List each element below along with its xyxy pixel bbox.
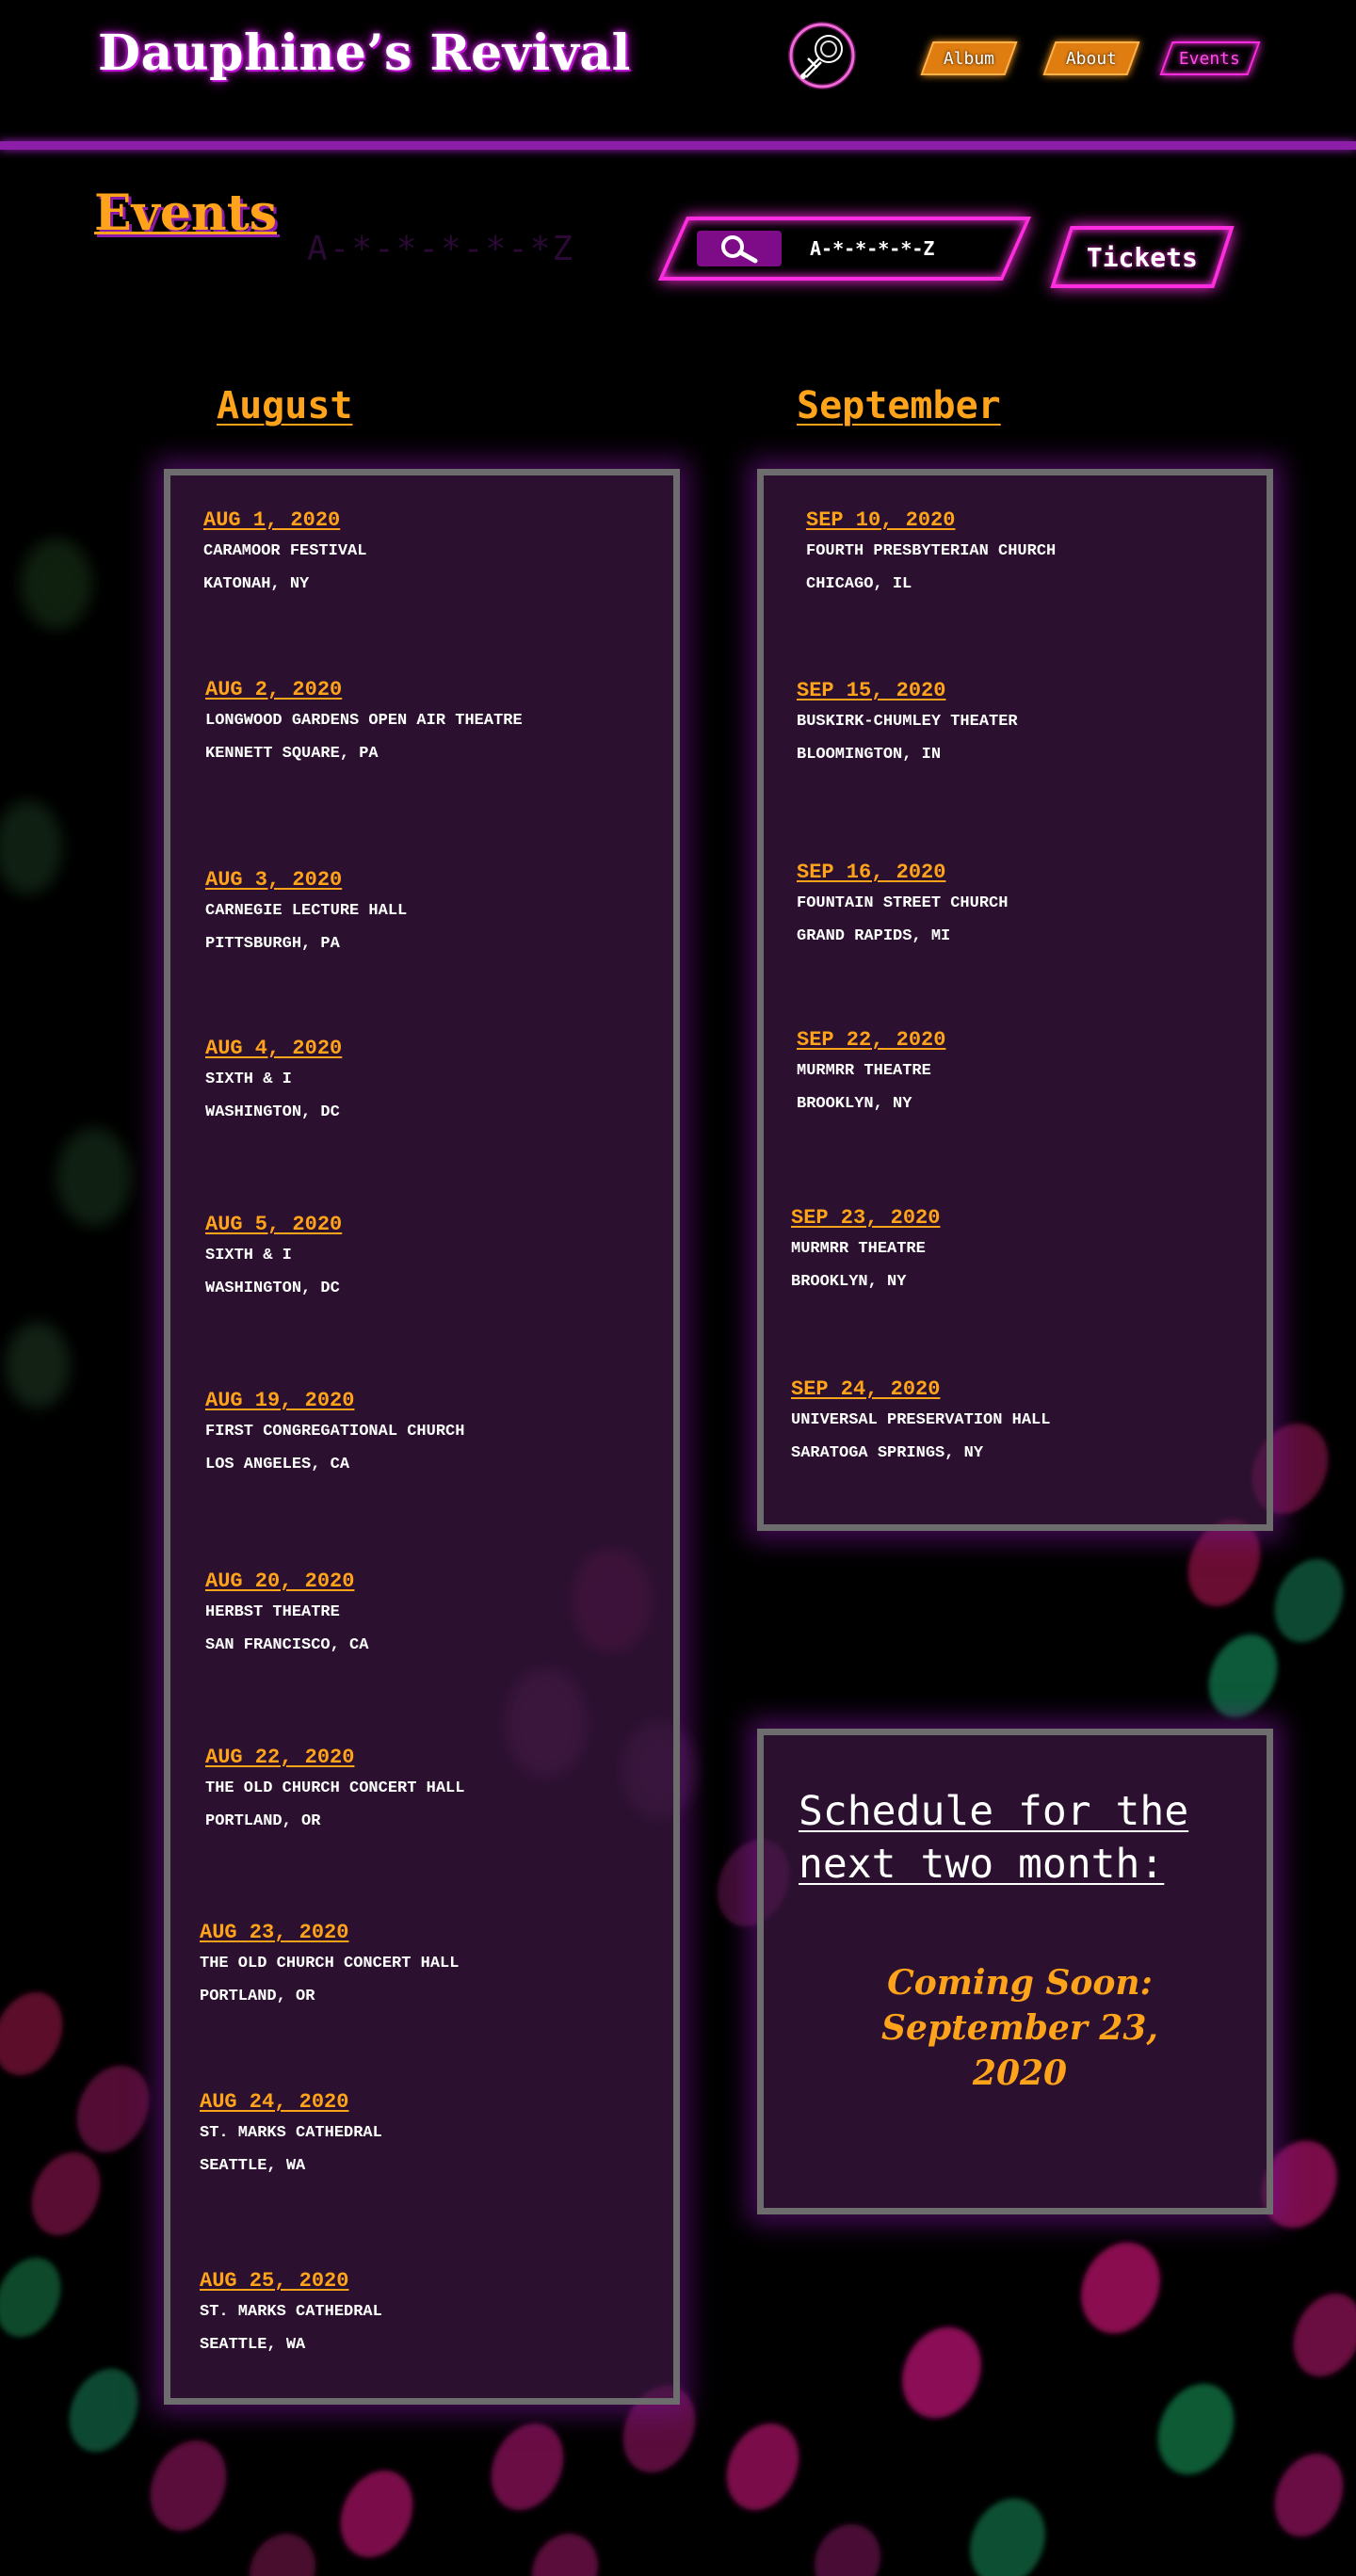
event-item: AUG 5, 2020 SIXTH & I WASHINGTON, DC [205, 1211, 342, 1305]
event-venue: MURMRR THEATRE [797, 1062, 931, 1080]
event-location: KENNETT SQUARE, PA [205, 745, 379, 763]
event-location: SARATOGA SPRINGS, NY [791, 1444, 984, 1462]
event-date[interactable]: SEP 22, 2020 [797, 1026, 945, 1055]
event-item: AUG 23, 2020 THE OLD CHURCH CONCERT HALL… [200, 1919, 459, 2013]
event-venue: ST. MARKS CATHEDRAL [200, 2124, 382, 2142]
event-item: SEP 15, 2020 BUSKIRK-CHUMLEY THEATER BLO… [797, 677, 1018, 771]
event-date[interactable]: AUG 2, 2020 [205, 676, 523, 704]
event-location: SEATTLE, WA [200, 2336, 306, 2354]
september-heading: September [797, 384, 1001, 427]
coming-soon-label: Coming Soon: [887, 1963, 1153, 2003]
nav-album[interactable]: Album [920, 41, 1018, 75]
event-location: PITTSBURGH, PA [205, 935, 340, 953]
event-venue: FOURTH PRESBYTERIAN CHURCH [806, 542, 1057, 560]
event-location: LOS ANGELES, CA [205, 1456, 350, 1473]
event-item: AUG 24, 2020 ST. MARKS CATHEDRAL SEATTLE… [200, 2088, 382, 2182]
event-venue: FOUNTAIN STREET CHURCH [797, 894, 1009, 912]
event-venue: UNIVERSAL PRESERVATION HALL [791, 1411, 1051, 1429]
event-venue: CARAMOOR FESTIVAL [203, 542, 367, 560]
event-date[interactable]: AUG 3, 2020 [205, 866, 407, 894]
event-date[interactable]: AUG 23, 2020 [200, 1919, 459, 1947]
event-venue: SIXTH & I [205, 1071, 292, 1088]
event-venue: MURMRR THEATRE [791, 1240, 926, 1258]
trumpet-icon[interactable] [787, 21, 857, 90]
page-title: Events [94, 185, 278, 242]
event-location: WASHINGTON, DC [205, 1103, 340, 1121]
event-location: BROOKLYN, NY [797, 1095, 912, 1113]
coming-soon-notice: Coming Soon: September 23, 2020 [829, 1960, 1211, 2096]
event-item: SEP 22, 2020 MURMRR THEATRE BROOKLYN, NY [797, 1026, 945, 1120]
tickets-button[interactable]: Tickets [1050, 226, 1235, 288]
event-item: SEP 10, 2020 FOURTH PRESBYTERIAN CHURCH … [806, 507, 1056, 601]
search-value: A-*-*-*-*-Z [810, 237, 935, 260]
event-date[interactable]: AUG 24, 2020 [200, 2088, 382, 2117]
event-item: SEP 24, 2020 UNIVERSAL PRESERVATION HALL… [791, 1376, 1050, 1470]
nav-events[interactable]: Events [1159, 41, 1261, 75]
event-date[interactable]: SEP 16, 2020 [797, 859, 1008, 887]
event-venue: LONGWOOD GARDENS OPEN AIR THEATRE [205, 712, 523, 730]
event-item: AUG 1, 2020 CARAMOOR FESTIVAL KATONAH, N… [203, 507, 366, 601]
event-item: SEP 16, 2020 FOUNTAIN STREET CHURCH GRAN… [797, 859, 1008, 953]
event-venue: ST. MARKS CATHEDRAL [200, 2303, 382, 2321]
event-location: SEATTLE, WA [200, 2157, 306, 2175]
event-location: PORTLAND, OR [200, 1988, 315, 2005]
event-location: BLOOMINGTON, IN [797, 746, 942, 764]
event-date[interactable]: SEP 24, 2020 [791, 1376, 1050, 1404]
event-date[interactable]: AUG 5, 2020 [205, 1211, 342, 1239]
event-date[interactable]: SEP 23, 2020 [791, 1204, 940, 1232]
coming-soon-year: 2020 [972, 2053, 1068, 2093]
event-item: SEP 23, 2020 MURMRR THEATRE BROOKLYN, NY [791, 1204, 940, 1298]
event-item: AUG 22, 2020 THE OLD CHURCH CONCERT HALL… [205, 1744, 464, 1838]
site-title[interactable]: Dauphine’s Revival [98, 24, 631, 82]
search-button[interactable] [697, 231, 782, 266]
september-events-panel [757, 469, 1273, 1531]
event-date[interactable]: AUG 22, 2020 [205, 1744, 464, 1772]
event-item: AUG 19, 2020 FIRST CONGREGATIONAL CHURCH… [205, 1387, 464, 1481]
event-item: AUG 2, 2020 LONGWOOD GARDENS OPEN AIR TH… [205, 676, 523, 770]
event-item: AUG 4, 2020 SIXTH & I WASHINGTON, DC [205, 1035, 342, 1129]
coming-soon-date: September 23, [881, 2008, 1158, 2048]
event-location: KATONAH, NY [203, 575, 310, 593]
schedule-title: Schedule for the next two month: [799, 1788, 1189, 1888]
event-date[interactable]: AUG 25, 2020 [200, 2267, 382, 2295]
event-location: SAN FRANCISCO, CA [205, 1636, 369, 1654]
ghost-search-text: A-*-*-*-*-*Z [307, 230, 575, 268]
event-item: AUG 3, 2020 CARNEGIE LECTURE HALL PITTSB… [205, 866, 407, 960]
search-input[interactable]: A-*-*-*-*-Z [657, 217, 1032, 281]
event-venue: CARNEGIE LECTURE HALL [205, 902, 408, 920]
event-venue: BUSKIRK-CHUMLEY THEATER [797, 713, 1018, 731]
site-header: Dauphine’s Revival Album About Events [0, 0, 1356, 141]
event-date[interactable]: AUG 19, 2020 [205, 1387, 464, 1415]
event-item: AUG 20, 2020 HERBST THEATRE SAN FRANCISC… [205, 1568, 368, 1662]
header-divider [0, 141, 1356, 150]
event-location: PORTLAND, OR [205, 1812, 321, 1830]
event-date[interactable]: SEP 15, 2020 [797, 677, 1018, 705]
event-location: GRAND RAPIDS, MI [797, 927, 951, 945]
event-venue: FIRST CONGREGATIONAL CHURCH [205, 1423, 465, 1441]
search-icon [721, 235, 758, 264]
event-location: BROOKLYN, NY [791, 1273, 907, 1291]
event-date[interactable]: SEP 10, 2020 [806, 507, 1056, 535]
event-item: AUG 25, 2020 ST. MARKS CATHEDRAL SEATTLE… [200, 2267, 382, 2361]
event-venue: SIXTH & I [205, 1247, 292, 1264]
event-venue: THE OLD CHURCH CONCERT HALL [205, 1779, 465, 1797]
event-location: WASHINGTON, DC [205, 1280, 340, 1297]
event-date[interactable]: AUG 20, 2020 [205, 1568, 368, 1596]
nav-about[interactable]: About [1042, 41, 1140, 75]
august-heading: August [217, 384, 353, 427]
event-venue: THE OLD CHURCH CONCERT HALL [200, 1955, 460, 1972]
event-venue: HERBST THEATRE [205, 1603, 340, 1621]
event-date[interactable]: AUG 4, 2020 [205, 1035, 342, 1063]
event-date[interactable]: AUG 1, 2020 [203, 507, 366, 535]
event-location: CHICAGO, IL [806, 575, 912, 593]
